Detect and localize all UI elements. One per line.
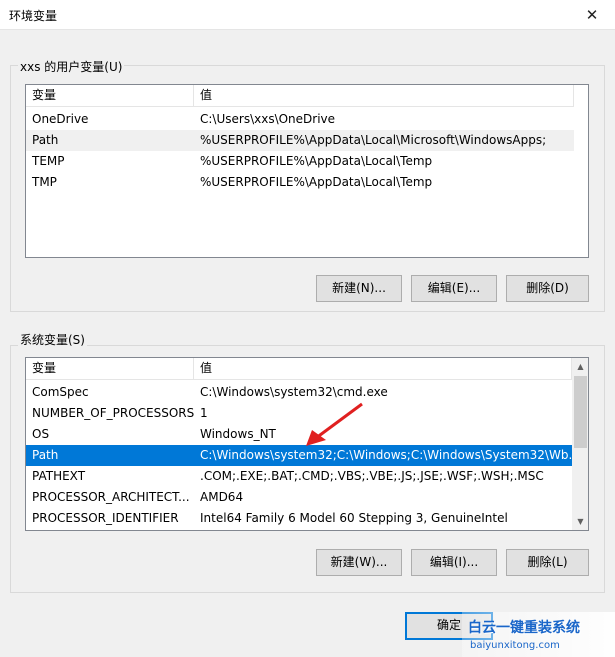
variable-value-cell: %USERPROFILE%\AppData\Local\Microsoft\Wi… — [200, 133, 547, 147]
variable-name-cell: PROCESSOR_IDENTIFIER — [32, 511, 179, 525]
scroll-up-arrow-icon[interactable]: ▲ — [572, 358, 588, 375]
variable-value-cell: %USERPROFILE%\AppData\Local\Temp — [200, 175, 433, 189]
list-row[interactable]: PATHEXT .COM;.EXE;.BAT;.CMD;.VBS;.VBE;.JS… — [26, 466, 572, 487]
vertical-scrollbar[interactable]: ▲ ▼ — [572, 358, 588, 530]
column-header-variable[interactable]: 变量 — [26, 358, 194, 380]
system-new-button[interactable]: 新建(W)... — [316, 549, 402, 576]
variable-name-cell: TEMP — [32, 154, 65, 168]
list-header: 变量 值 — [26, 85, 574, 107]
variable-value-cell: 1 — [200, 406, 208, 420]
variable-name-cell: OS — [32, 427, 50, 441]
column-header-variable[interactable]: 变量 — [26, 85, 194, 107]
system-variables-label: 系统变量(S) — [18, 331, 87, 348]
watermark-logo: 白云一键重装系统 baiyunxitong.com — [462, 612, 615, 657]
user-edit-button[interactable]: 编辑(E)... — [411, 275, 497, 302]
variable-name-cell: TMP — [32, 175, 57, 189]
column-header-value[interactable]: 值 — [194, 85, 574, 107]
list-row[interactable]: Path %USERPROFILE%\AppData\Local\Microsof… — [26, 130, 574, 151]
system-edit-button[interactable]: 编辑(I)... — [411, 549, 497, 576]
watermark-brand: 白云一键重装系统 — [468, 620, 580, 636]
list-row[interactable]: OS Windows_NT — [26, 424, 572, 445]
column-header-value[interactable]: 值 — [194, 358, 572, 380]
user-variables-list[interactable]: 变量 值 OneDrive C:\Users\xxs\OneDrive Path %U… — [25, 84, 589, 258]
variable-value-cell: Windows_NT — [200, 427, 276, 441]
window-title: 环境变量 — [9, 9, 58, 23]
list-row[interactable]: Path C:\Windows\system32;C:\Windows;C:\Wi… — [26, 445, 572, 466]
variable-name-cell: NUMBER_OF_PROCESSORS — [32, 406, 194, 420]
list-row[interactable]: OneDrive C:\Users\xxs\OneDrive — [26, 109, 574, 130]
system-delete-button[interactable]: 删除(L) — [506, 549, 589, 576]
variable-value-cell: C:\Windows\system32;C:\Windows;C:\Window… — [200, 448, 572, 462]
scroll-down-arrow-icon[interactable]: ▼ — [572, 513, 588, 530]
scrollbar-thumb[interactable] — [574, 376, 587, 448]
list-row[interactable]: TEMP %USERPROFILE%\AppData\Local\Temp — [26, 151, 574, 172]
variable-name-cell: Path — [32, 448, 59, 462]
list-row[interactable]: PROCESSOR_IDENTIFIER Intel64 Family 6 Mod… — [26, 508, 572, 529]
variable-name-cell: PATHEXT — [32, 469, 86, 483]
variable-value-cell: .COM;.EXE;.BAT;.CMD;.VBS;.VBE;.JS;.JSE;.… — [200, 469, 544, 483]
list-row[interactable]: PROCESSOR_ARCHITECT... AMD64 — [26, 487, 572, 508]
user-delete-button[interactable]: 删除(D) — [506, 275, 589, 302]
close-icon[interactable]: ✕ — [569, 0, 615, 30]
variable-value-cell: C:\Windows\system32\cmd.exe — [200, 385, 388, 399]
annotation-arrow-icon — [306, 402, 363, 446]
variable-value-cell: Intel64 Family 6 Model 60 Stepping 3, Ge… — [200, 511, 508, 525]
variable-name-cell: ComSpec — [32, 385, 89, 399]
title-bar: 环境变量 ✕ — [0, 0, 615, 30]
variable-name-cell: OneDrive — [32, 112, 89, 126]
variable-name-cell: PROCESSOR_ARCHITECT... — [32, 490, 190, 504]
user-variables-label: xxs 的用户变量(U) — [18, 58, 125, 75]
list-row[interactable]: TMP %USERPROFILE%\AppData\Local\Temp — [26, 172, 574, 193]
watermark-url: baiyunxitong.com — [470, 640, 560, 651]
list-header: 变量 值 — [26, 358, 572, 380]
user-new-button[interactable]: 新建(N)... — [316, 275, 402, 302]
variable-value-cell: AMD64 — [200, 490, 244, 504]
list-row[interactable]: NUMBER_OF_PROCESSORS 1 — [26, 403, 572, 424]
list-row[interactable]: ComSpec C:\Windows\system32\cmd.exe — [26, 382, 572, 403]
variable-name-cell: Path — [32, 133, 59, 147]
variable-value-cell: %USERPROFILE%\AppData\Local\Temp — [200, 154, 433, 168]
variable-value-cell: C:\Users\xxs\OneDrive — [200, 112, 336, 126]
